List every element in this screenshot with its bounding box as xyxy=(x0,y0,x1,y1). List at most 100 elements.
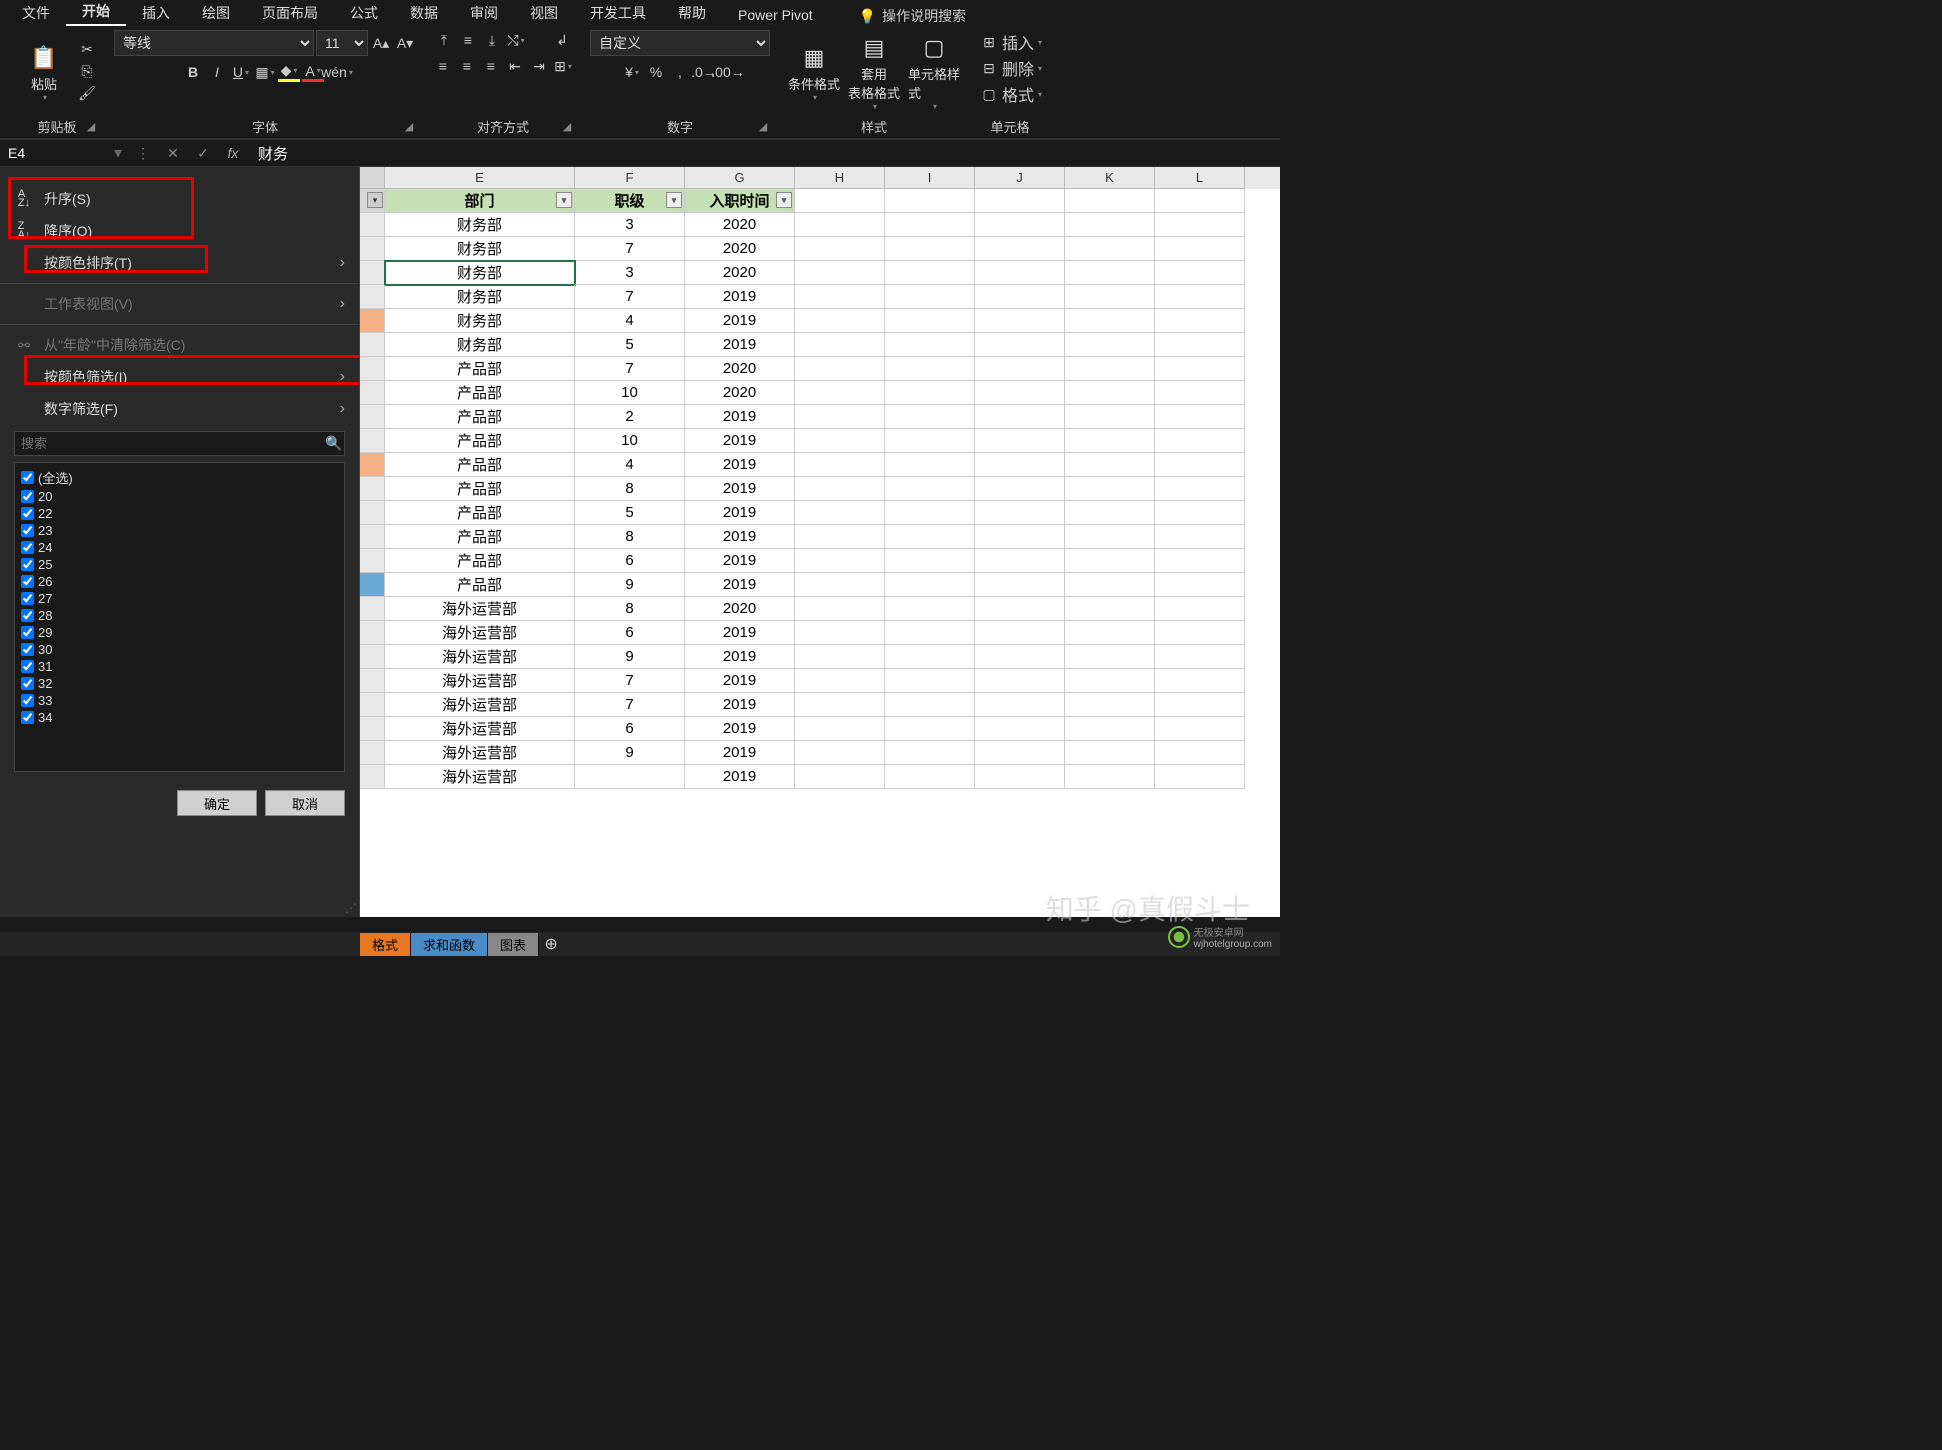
cell[interactable]: 产品部 xyxy=(385,429,575,453)
tab-dev[interactable]: 开发工具 xyxy=(574,0,662,26)
filter-icon[interactable]: ▾ xyxy=(776,192,792,208)
formula-value[interactable]: 财务 xyxy=(248,143,1280,164)
conditional-format-button[interactable]: ▦条件格式▾ xyxy=(786,40,842,104)
format-as-table-button[interactable]: ▤套用 表格格式▾ xyxy=(846,30,902,113)
row-head[interactable] xyxy=(360,717,385,741)
tell-me[interactable]: 💡 操作说明搜索 xyxy=(859,6,966,26)
cell[interactable]: 产品部 xyxy=(385,525,575,549)
filter-button-icon[interactable]: ▾ xyxy=(367,192,383,208)
check-item[interactable]: 22 xyxy=(19,505,340,522)
sort-descending[interactable]: ZA↓ 降序(O) xyxy=(0,215,359,247)
row-head[interactable] xyxy=(360,453,385,477)
cell[interactable]: 2019 xyxy=(685,669,795,693)
row-head[interactable] xyxy=(360,237,385,261)
row-head[interactable] xyxy=(360,213,385,237)
bold-icon[interactable]: B xyxy=(182,62,204,82)
check-item[interactable]: 27 xyxy=(19,590,340,607)
cell[interactable]: 4 xyxy=(575,309,685,333)
cell[interactable]: 2020 xyxy=(685,213,795,237)
row-head[interactable] xyxy=(360,405,385,429)
cell[interactable]: 产品部 xyxy=(385,573,575,597)
row-head[interactable] xyxy=(360,477,385,501)
cell[interactable]: 3 xyxy=(575,213,685,237)
row-head[interactable] xyxy=(360,501,385,525)
check-item[interactable]: 23 xyxy=(19,522,340,539)
indent-inc-icon[interactable]: ⇥ xyxy=(528,56,550,76)
check-item[interactable]: 24 xyxy=(19,539,340,556)
merge-icon[interactable]: ⊞▾ xyxy=(552,56,574,76)
cell[interactable]: 7 xyxy=(575,693,685,717)
cell[interactable]: 2019 xyxy=(685,501,795,525)
row-head[interactable] xyxy=(360,549,385,573)
align-middle-icon[interactable]: ≡ xyxy=(457,30,479,50)
cell[interactable]: 产品部 xyxy=(385,357,575,381)
sheet-tab-2[interactable]: 求和函数 xyxy=(411,933,488,956)
check-item[interactable]: 30 xyxy=(19,641,340,658)
row-head[interactable] xyxy=(360,309,385,333)
cell[interactable]: 2019 xyxy=(685,573,795,597)
row-head[interactable] xyxy=(360,381,385,405)
cancel-button[interactable]: 取消 xyxy=(265,790,345,816)
cell[interactable]: 2020 xyxy=(685,261,795,285)
phonetic-icon[interactable]: wén▾ xyxy=(326,62,348,82)
cell[interactable]: 8 xyxy=(575,477,685,501)
name-box[interactable] xyxy=(0,145,108,161)
number-filter[interactable]: 数字筛选(F) xyxy=(0,393,359,425)
cell[interactable]: 财务部 xyxy=(385,309,575,333)
tab-formulas[interactable]: 公式 xyxy=(334,0,394,26)
cell[interactable]: 2019 xyxy=(685,453,795,477)
cell[interactable]: 3 xyxy=(575,261,685,285)
cell[interactable]: 财务部 xyxy=(385,261,575,285)
cell[interactable]: 5 xyxy=(575,501,685,525)
row-head[interactable] xyxy=(360,669,385,693)
cell[interactable]: 海外运营部 xyxy=(385,669,575,693)
tab-insert[interactable]: 插入 xyxy=(126,0,186,26)
cell[interactable]: 2019 xyxy=(685,621,795,645)
check-select-all[interactable]: (全选) xyxy=(19,467,340,488)
align-left-icon[interactable]: ≡ xyxy=(432,56,454,76)
sheet-tab-3[interactable]: 图表 xyxy=(488,933,539,956)
row-head[interactable] xyxy=(360,525,385,549)
row-head[interactable] xyxy=(360,573,385,597)
grow-font-icon[interactable]: A▴ xyxy=(370,33,392,53)
cell[interactable]: 8 xyxy=(575,597,685,621)
font-launcher[interactable]: ◢ xyxy=(402,120,416,134)
cell[interactable]: 海外运营部 xyxy=(385,645,575,669)
comma-icon[interactable]: , xyxy=(669,62,691,82)
row-head[interactable] xyxy=(360,645,385,669)
cell[interactable]: 海外运营部 xyxy=(385,597,575,621)
header-dept[interactable]: 部门▾ xyxy=(385,189,575,213)
options-icon[interactable]: ⋮ xyxy=(128,145,158,162)
cell[interactable]: 2020 xyxy=(685,381,795,405)
cell[interactable]: 6 xyxy=(575,621,685,645)
format-cells-icon[interactable]: ▢ xyxy=(978,84,1000,104)
check-item[interactable]: 34 xyxy=(19,709,340,726)
format-painter-icon[interactable]: 🖌 xyxy=(76,84,98,104)
cell[interactable]: 财务部 xyxy=(385,213,575,237)
cell[interactable]: 海外运营部 xyxy=(385,765,575,789)
filter-values-list[interactable]: (全选) 2022232425262728293031323334 xyxy=(14,462,345,772)
check-item[interactable]: 33 xyxy=(19,692,340,709)
font-name-select[interactable]: 等线 xyxy=(114,30,314,56)
check-item[interactable]: 32 xyxy=(19,675,340,692)
cell[interactable]: 2019 xyxy=(685,405,795,429)
row-head[interactable] xyxy=(360,621,385,645)
tab-home[interactable]: 开始 xyxy=(66,0,126,26)
cell[interactable]: 财务部 xyxy=(385,237,575,261)
sheet-tab-1[interactable]: 格式 xyxy=(360,933,411,956)
orientation-icon[interactable]: ⤭▾ xyxy=(505,30,527,50)
cell[interactable]: 2019 xyxy=(685,309,795,333)
tab-review[interactable]: 审阅 xyxy=(454,0,514,26)
cell[interactable]: 2019 xyxy=(685,285,795,309)
cell[interactable]: 7 xyxy=(575,237,685,261)
check-item[interactable]: 26 xyxy=(19,573,340,590)
cell[interactable]: 9 xyxy=(575,741,685,765)
tab-powerpivot[interactable]: Power Pivot xyxy=(722,4,829,26)
tab-file[interactable]: 文件 xyxy=(6,0,66,26)
row-head[interactable] xyxy=(360,429,385,453)
add-sheet-button[interactable]: ⊕ xyxy=(539,934,563,954)
cell[interactable]: 4 xyxy=(575,453,685,477)
filter-icon[interactable]: ▾ xyxy=(666,192,682,208)
cell[interactable]: 10 xyxy=(575,429,685,453)
cell[interactable]: 2019 xyxy=(685,693,795,717)
